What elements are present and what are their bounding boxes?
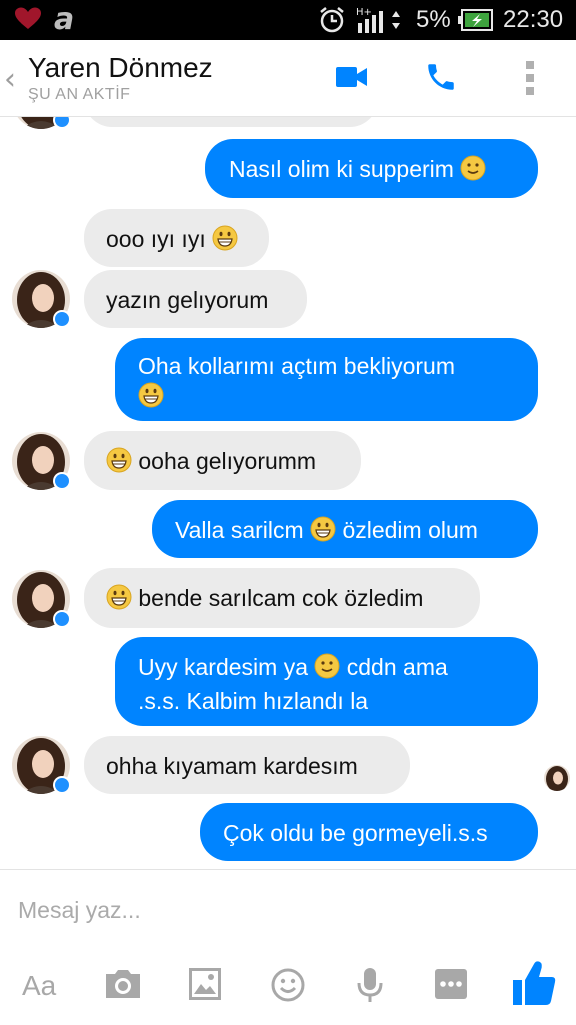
battery-icon [458,9,494,36]
battery-percent: 5% [416,6,451,33]
app-letter-icon: a [54,2,75,37]
svg-text:H+: H+ [356,7,372,18]
message-list[interactable]: Nasıl olim ki supperim ooo ıyı ıyı yazın… [0,117,576,869]
phone-call-icon[interactable] [424,60,458,99]
seen-receipt-avatar [544,765,570,791]
message-bubble-incoming[interactable]: bende sarılcam cok özledim [84,568,480,628]
grin-emoji-icon [310,516,336,549]
contact-status: ŞU AN AKTİF [28,86,131,103]
text-style-button[interactable]: Aa [22,970,56,1002]
message-text: .s.s. Kalbim hızlandı la [138,688,369,714]
conversation-header: ‹ Yaren Dönmez ŞU AN AKTİF [0,40,576,117]
grin-emoji-icon [106,447,132,480]
back-chevron-icon[interactable]: ‹ [4,62,16,97]
camera-icon[interactable] [103,968,143,1005]
message-bubble-outgoing[interactable]: Nasıl olim ki supperim [205,139,538,198]
message-text: ooha gelıyorumm [138,448,317,474]
microphone-icon[interactable] [357,967,383,1008]
message-bubble-outgoing[interactable]: Çok oldu be gormeyeli.s.s [200,803,538,861]
gallery-icon[interactable] [189,968,221,1005]
messenger-badge-icon [53,610,71,628]
status-bar: a H+ 5% 22:30 [0,0,576,40]
composer: Aa [0,869,576,1025]
more-apps-icon[interactable] [435,969,467,1004]
message-text: Çok oldu be gormeyeli.s.s [223,820,488,846]
message-bubble-outgoing[interactable]: Valla sarilcm özledim olum [152,500,538,558]
grin-emoji-icon [212,225,238,258]
message-text: Nasıl olim ki supperim [229,156,454,182]
message-text: yazın gelıyorum [106,287,269,313]
message-bubble-incoming[interactable]: ooo ıyı ıyı [84,209,269,267]
contact-name[interactable]: Yaren Dönmez [28,52,213,84]
messenger-badge-icon [53,776,71,794]
grin-emoji-icon [106,584,132,617]
heart-icon [14,7,42,36]
message-text: cddn ama [346,654,448,680]
video-call-icon[interactable] [336,66,368,93]
more-options-icon[interactable] [524,60,536,101]
clock: 22:30 [503,6,564,33]
message-bubble-outgoing[interactable]: Uyy kardesim ya cddn ama .s.s. Kalbim hı… [115,637,538,726]
message-text: ooo ıyı ıyı [106,226,206,252]
message-bubble-incoming[interactable]: ooha gelıyorumm [84,431,361,490]
messenger-badge-icon [53,310,71,328]
messenger-badge-icon [53,117,71,129]
signal-icon: H+ [356,5,408,40]
message-text: Uyy kardesim ya [138,654,308,680]
message-text: ohha kıyamam kardesım [106,753,358,779]
message-bubble-outgoing[interactable]: Oha kollarımı açtım bekliyorum [115,338,538,421]
message-bubble-incoming[interactable]: yazın gelıyorum [84,270,307,328]
emoji-icon[interactable] [271,968,305,1007]
message-text: bende sarılcam cok özledim [138,585,424,611]
grin-emoji-icon [138,382,164,415]
message-bubble-incoming[interactable]: ohha kıyamam kardesım [84,736,410,794]
slight-smile-emoji-icon [460,155,486,188]
message-text: özledim olum [342,517,478,543]
message-bubble-incoming[interactable] [84,117,378,127]
alarm-icon [318,6,346,39]
message-text: Valla sarilcm [175,517,304,543]
slight-smile-emoji-icon [314,653,340,686]
like-thumbs-up-icon[interactable] [512,960,556,1011]
message-input[interactable] [18,892,518,928]
message-text: Oha kollarımı açtım bekliyorum [138,353,455,379]
messenger-badge-icon [53,472,71,490]
